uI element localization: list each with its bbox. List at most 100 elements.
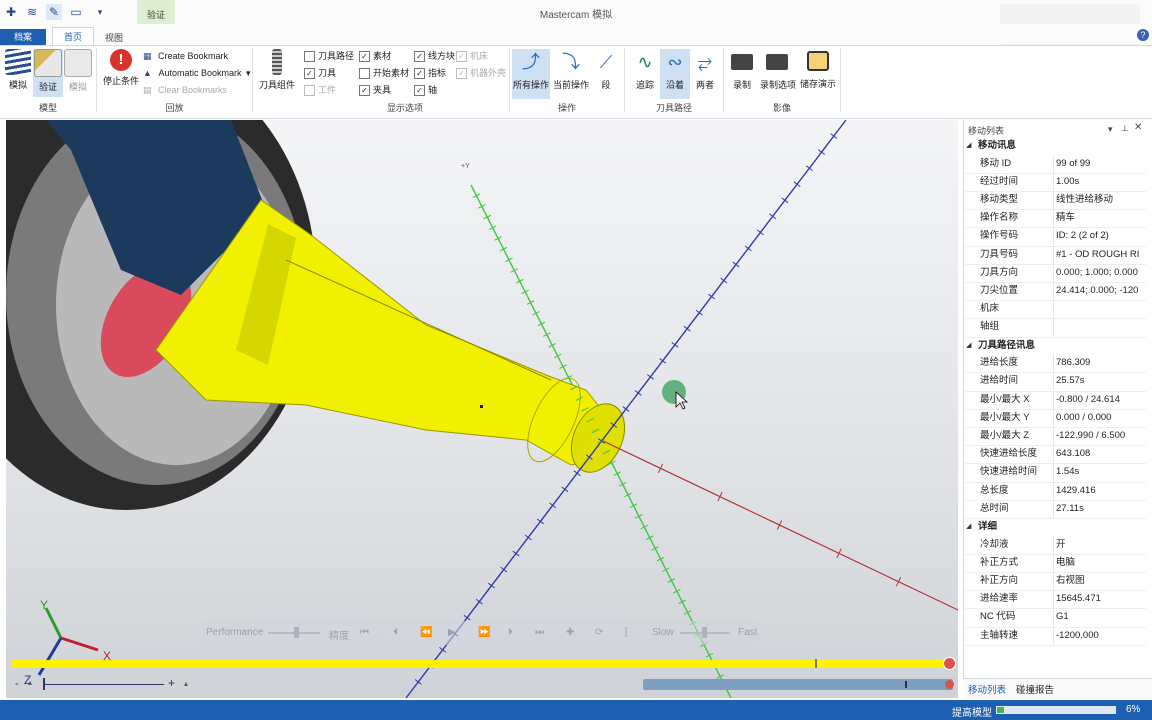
panel-tab-move-list[interactable]: 移动列表 [968, 682, 1006, 696]
record-button[interactable]: 录制 [727, 49, 757, 97]
step-back-icon[interactable]: ⏴ [393, 627, 398, 638]
checkbox-icon[interactable] [304, 85, 315, 97]
panel-pin-icon[interactable]: ⊥ [1121, 123, 1129, 134]
display-option-8[interactable]: 工件 [304, 83, 336, 98]
panel-section-header[interactable]: ◢ 详细 [963, 518, 1146, 536]
display-option-7[interactable]: ✓ 机器外壳 [456, 66, 506, 81]
zoom-slider[interactable] [44, 684, 164, 685]
along-button[interactable]: ∾ 沿着 [660, 49, 690, 99]
both-button[interactable]: ⥂ 两者 [690, 49, 720, 97]
go-start-icon[interactable]: ⏮ [360, 627, 369, 638]
simulate-button[interactable]: 模拟 [3, 49, 33, 97]
stop-condition-button[interactable]: ! 停止条件 [102, 49, 140, 97]
simulate2-button[interactable]: 模拟 [63, 49, 93, 97]
play-icon[interactable]: ▶ [448, 627, 456, 638]
tab-view[interactable]: 视图 [105, 31, 123, 44]
panel-property-row[interactable]: 进给长度 786.309 [963, 354, 1146, 374]
all-operations-button[interactable]: ⤴ 所有操作 [512, 49, 550, 99]
display-option-5[interactable]: 开始素材 [359, 66, 409, 81]
automatic-bookmark-button[interactable]: ▲ Automatic Bookmark ▾ [143, 65, 251, 82]
panel-property-row[interactable]: 冷却液 开 [963, 535, 1146, 555]
panel-property-row[interactable]: 快速进给时间 1.54s [963, 463, 1146, 483]
checkbox-icon[interactable]: ✓ [456, 51, 467, 63]
create-bookmark-button[interactable]: ▦ Create Bookmark [143, 48, 228, 65]
tool-jump-icon[interactable]: ✚ [566, 627, 574, 638]
timeline-handle[interactable] [943, 657, 956, 670]
move-progress-handle[interactable] [945, 680, 954, 689]
panel-property-row[interactable]: 移动类型 线性进给移动 [963, 191, 1146, 211]
panel-property-row[interactable]: 刀具号码 #1 - OD ROUGH RI [963, 245, 1146, 265]
panel-property-row[interactable]: 经过时间 1.00s [963, 172, 1146, 192]
checkbox-icon[interactable]: ✓ [359, 51, 370, 63]
display-option-4[interactable]: ✓ 刀具 [304, 66, 336, 81]
panel-property-row[interactable]: 总长度 1429.416 [963, 481, 1146, 501]
checkbox-icon[interactable]: ✓ [414, 51, 425, 63]
zoom-slider-thumb[interactable] [43, 678, 45, 690]
panel-property-row[interactable]: 补正方向 右视图 [963, 572, 1146, 592]
panel-property-row[interactable]: 移动 ID 99 of 99 [963, 154, 1146, 174]
checkbox-icon[interactable]: ✓ [456, 68, 467, 80]
panel-property-row[interactable]: NC 代码 G1 [963, 608, 1146, 628]
display-option-1[interactable]: ✓ 素材 [359, 49, 391, 64]
display-option-9[interactable]: ✓ 夹具 [359, 83, 391, 98]
collapse-triangle-icon[interactable]: ◢ [966, 137, 971, 155]
display-option-10[interactable]: ✓ 轴 [414, 83, 437, 98]
panel-property-row[interactable]: 操作名称 精车 [963, 209, 1146, 229]
go-end-icon[interactable]: ⏭ [535, 627, 544, 638]
panel-property-row[interactable]: 轴组 [963, 318, 1146, 338]
tab-home[interactable]: 首页 [52, 27, 94, 46]
tool-assembly-button[interactable]: 刀具组件 [258, 49, 296, 97]
clear-bookmarks-button[interactable]: ▤ Clear Bookmarks [143, 82, 227, 99]
checkbox-icon[interactable]: ✓ [359, 85, 370, 97]
panel-property-row[interactable]: 操作号码 ID: 2 (2 of 2) [963, 227, 1146, 247]
panel-property-row[interactable]: 进给速率 15645.471 [963, 590, 1146, 610]
panel-section-header[interactable]: ◢ 刀具路径讯息 [963, 337, 1146, 355]
segment-button[interactable]: ⟋ 段 [592, 49, 620, 97]
help-icon[interactable]: ? [1137, 29, 1149, 41]
zoom-out-icon[interactable]: ▴ [28, 678, 32, 687]
panel-property-row[interactable]: 总时间 27.11s [963, 499, 1146, 519]
zoom-out-button[interactable]: - [15, 678, 19, 690]
rewind-icon[interactable]: ⏪ [420, 627, 432, 638]
panel-property-row[interactable]: 进给时间 25.57s [963, 372, 1146, 392]
current-operation-button[interactable]: ⤵ 当前操作 [553, 49, 589, 97]
checkbox-icon[interactable]: ✓ [414, 68, 425, 80]
trace-button[interactable]: ∿ 追踪 [630, 49, 660, 97]
verify-button[interactable]: 验证 [33, 49, 63, 97]
panel-property-row[interactable]: 快速进给长度 643.108 [963, 445, 1146, 465]
loop-icon[interactable]: ⟳ [595, 627, 603, 638]
collapse-triangle-icon[interactable]: ◢ [966, 337, 971, 355]
panel-property-row[interactable]: 刀尖位置 24.414; 0.000; -120 [963, 282, 1146, 302]
panel-property-row[interactable]: 补正方式 电脑 [963, 553, 1146, 573]
zoom-in-icon[interactable]: ▴ [184, 679, 188, 688]
display-option-2[interactable]: ✓ 线方块 [414, 49, 455, 64]
panel-close-icon[interactable]: ✕ [1134, 122, 1142, 133]
record-options-button[interactable]: 录制选项 [760, 49, 796, 97]
speed-slider-thumb[interactable] [702, 627, 707, 638]
panel-property-row[interactable]: 最小/最大 Z -122.990 / 6.500 [963, 427, 1146, 447]
display-option-6[interactable]: ✓ 指标 [414, 66, 446, 81]
collapse-triangle-icon[interactable]: ◢ [966, 518, 971, 536]
checkbox-icon[interactable] [304, 51, 315, 63]
panel-property-row[interactable]: 最小/最大 Y 0.000 / 0.000 [963, 408, 1146, 428]
step-forward-icon[interactable]: ⏵ [508, 627, 513, 638]
panel-property-row[interactable]: 机床 [963, 300, 1146, 320]
fast-forward-icon[interactable]: ⏩ [478, 627, 490, 638]
simulation-viewport[interactable]: +Y Y X Z [6, 120, 958, 698]
tab-file[interactable]: 档案 [0, 29, 46, 45]
panel-property-row[interactable]: 主轴转速 -1200.000 [963, 626, 1146, 646]
save-demo-button[interactable]: 储存演示 [800, 49, 836, 97]
checkbox-icon[interactable]: ✓ [304, 68, 315, 80]
panel-dropdown-icon[interactable]: ▾ [1108, 124, 1113, 135]
panel-property-row[interactable]: 最小/最大 X -0.800 / 24.614 [963, 390, 1146, 410]
display-option-3[interactable]: ✓ 机床 [456, 49, 488, 64]
display-option-0[interactable]: 刀具路径 [304, 49, 354, 64]
checkbox-icon[interactable]: ✓ [414, 85, 425, 97]
panel-tab-collision-report[interactable]: 碰撞报告 [1016, 682, 1054, 696]
zoom-in-button[interactable]: + [168, 676, 175, 690]
bookmark-jump-icon[interactable]: ⟦ [624, 627, 629, 638]
quality-slider-thumb[interactable] [294, 627, 299, 638]
panel-section-header[interactable]: ◢ 移动讯息 [963, 137, 1146, 155]
panel-property-row[interactable]: 刀具方向 0.000; 1.000; 0.000 [963, 263, 1146, 283]
checkbox-icon[interactable] [359, 68, 370, 80]
